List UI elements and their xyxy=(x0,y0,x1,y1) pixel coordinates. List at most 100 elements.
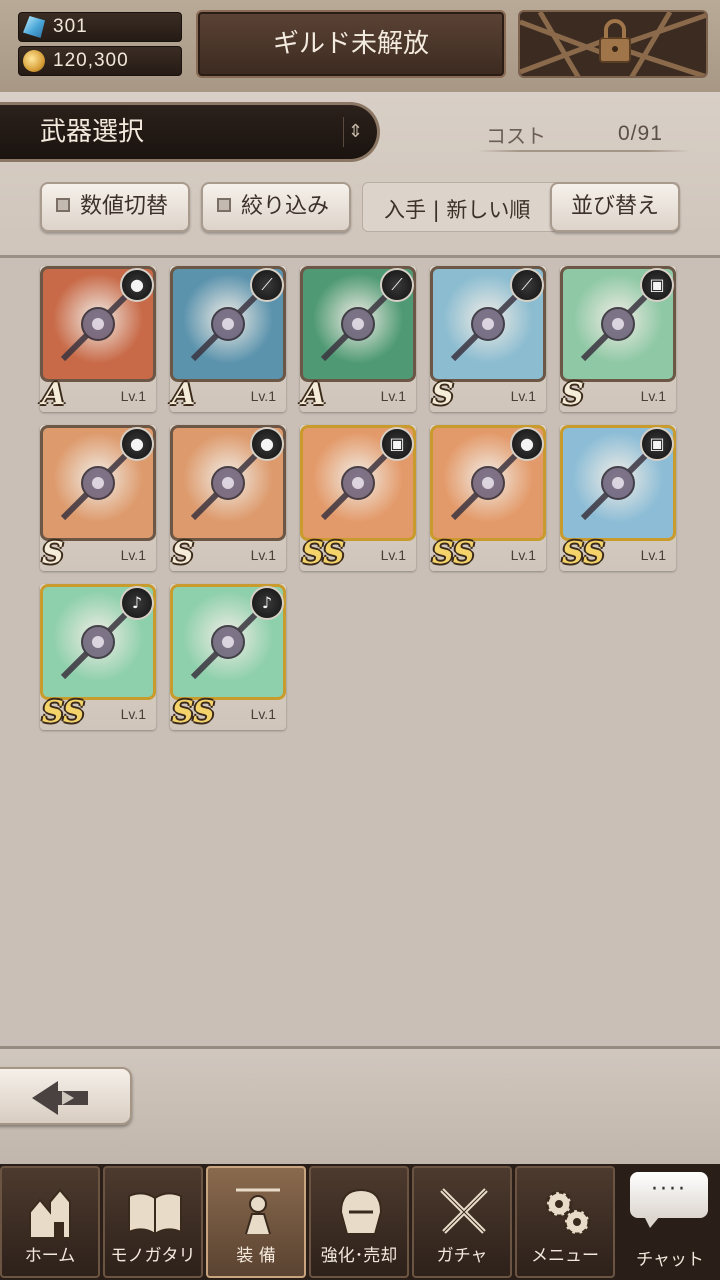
filter-button[interactable]: 絞り込み xyxy=(201,182,351,232)
weapon-header: 武器選択 ⇕ コスト 0/91 数値切替 絞り込み 入手 | 新しい順 並び替え xyxy=(0,92,720,258)
nav-home-label: ホーム xyxy=(24,1246,76,1266)
page-title: 武器選択 xyxy=(40,117,145,147)
coin-icon xyxy=(23,50,45,72)
gold-count: 120,300 xyxy=(53,50,129,71)
guild-button-label: ギルド未解放 xyxy=(272,29,429,59)
cost-label: コスト xyxy=(486,124,546,148)
checkbox-icon xyxy=(56,198,70,212)
rank-label: A xyxy=(302,377,326,412)
weapon-card[interactable]: ▣ S Lv.1 xyxy=(560,266,676,412)
rank-label: S xyxy=(42,536,64,571)
rank-label: A xyxy=(42,377,66,412)
weapon-card[interactable]: ▣ SS Lv.1 xyxy=(300,425,416,571)
level-label: Lv.1 xyxy=(120,706,146,722)
rank-label: S xyxy=(432,377,454,412)
level-label: Lv.1 xyxy=(380,388,406,404)
weapon-card[interactable]: ⟋ A Lv.1 xyxy=(300,266,416,412)
bottom-nav: ホーム モノガタリ 装 備 強化･売却 ガチャ メニュー xyxy=(0,1164,720,1280)
level-label: Lv.1 xyxy=(250,706,276,722)
level-label: Lv.1 xyxy=(510,388,536,404)
swap-icon: ⇕ xyxy=(343,117,367,147)
locked-button[interactable] xyxy=(518,10,708,78)
nav-story[interactable]: モノガタリ xyxy=(103,1166,203,1278)
weapon-card[interactable]: ● S Lv.1 xyxy=(40,425,156,571)
level-label: Lv.1 xyxy=(250,547,276,563)
crystal-icon xyxy=(23,16,45,38)
nav-enhance[interactable]: 強化･売却 xyxy=(309,1166,409,1278)
orb-icon: ● xyxy=(250,427,284,461)
harp-icon: ♪ xyxy=(120,586,154,620)
toggle-values-label: 数値切替 xyxy=(80,194,169,219)
page-title-bar: 武器選択 ⇕ xyxy=(0,102,380,162)
nav-enhance-label: 強化･売却 xyxy=(320,1246,398,1266)
staff-icon: ⟋ xyxy=(380,268,414,302)
nav-menu-label: メニュー xyxy=(531,1246,599,1266)
puppet-icon xyxy=(236,1188,280,1235)
crossed-swords-icon xyxy=(440,1188,488,1234)
weapon-card[interactable]: ● SS Lv.1 xyxy=(430,425,546,571)
weapon-card[interactable]: ▣ SS Lv.1 xyxy=(560,425,676,571)
divider xyxy=(478,150,690,152)
level-label: Lv.1 xyxy=(510,547,536,563)
orb-icon: ● xyxy=(510,427,544,461)
nav-menu[interactable]: メニュー xyxy=(515,1166,615,1278)
helmet-icon xyxy=(339,1188,383,1235)
rank-label: SS xyxy=(562,536,605,571)
level-label: Lv.1 xyxy=(120,547,146,563)
chat-label: チャット xyxy=(636,1250,704,1270)
orb-icon: ● xyxy=(120,427,154,461)
rank-label: SS xyxy=(42,695,85,730)
back-button[interactable] xyxy=(0,1067,132,1125)
weapon-card[interactable]: ⟋ S Lv.1 xyxy=(430,266,546,412)
sort-button-label: 並び替え xyxy=(570,194,659,219)
sort-button[interactable]: 並び替え xyxy=(550,182,680,232)
book-icon: ▣ xyxy=(380,427,414,461)
rank-label: S xyxy=(562,377,584,412)
gold-counter: 120,300 xyxy=(18,46,182,76)
chain-lock-icon xyxy=(520,12,706,76)
staff-icon: ⟋ xyxy=(250,268,284,302)
footer-area xyxy=(0,1046,720,1164)
weapon-card[interactable]: ⟋ A Lv.1 xyxy=(170,266,286,412)
back-arrow-icon xyxy=(32,1081,88,1115)
nav-home[interactable]: ホーム xyxy=(0,1166,100,1278)
gem-counter: 301 xyxy=(18,12,182,42)
book-icon: ▣ xyxy=(640,268,674,302)
level-label: Lv.1 xyxy=(640,547,666,563)
toggle-values-button[interactable]: 数値切替 xyxy=(40,182,190,232)
rank-label: SS xyxy=(172,695,215,730)
level-label: Lv.1 xyxy=(640,388,666,404)
weapon-card[interactable]: ♪ SS Lv.1 xyxy=(170,584,286,730)
gear-icon xyxy=(545,1190,591,1236)
level-label: Lv.1 xyxy=(120,388,146,404)
harp-icon: ♪ xyxy=(250,586,284,620)
weapon-card[interactable]: ♪ SS Lv.1 xyxy=(40,584,156,730)
nav-gacha[interactable]: ガチャ xyxy=(412,1166,512,1278)
rank-label: A xyxy=(172,377,196,412)
castle-icon xyxy=(29,1188,71,1239)
guild-button[interactable]: ギルド未解放 xyxy=(196,10,506,78)
nav-story-label: モノガタリ xyxy=(110,1246,196,1266)
nav-equip-label: 装 備 xyxy=(236,1246,276,1266)
gem-count: 301 xyxy=(53,16,88,37)
orb-icon: ● xyxy=(120,268,154,302)
rank-label: S xyxy=(172,536,194,571)
staff-icon: ⟋ xyxy=(510,268,544,302)
top-bar: 301 120,300 ギルド未解放 xyxy=(0,0,720,92)
weapon-card[interactable]: ● A Lv.1 xyxy=(40,266,156,412)
sort-current: 入手 | 新しい順 xyxy=(384,198,531,222)
weapon-card[interactable]: ● S Lv.1 xyxy=(170,425,286,571)
book-icon xyxy=(128,1192,182,1236)
chat-bubble-dots: ···· xyxy=(651,1177,687,1202)
chat-bubble-icon: ···· xyxy=(630,1172,708,1228)
level-label: Lv.1 xyxy=(380,547,406,563)
nav-equip[interactable]: 装 備 xyxy=(206,1166,306,1278)
nav-gacha-label: ガチャ xyxy=(436,1246,488,1266)
checkbox-icon xyxy=(217,198,231,212)
filter-label: 絞り込み xyxy=(241,194,330,219)
level-label: Lv.1 xyxy=(250,388,276,404)
cost-value: 0/91 xyxy=(618,122,663,145)
rank-label: SS xyxy=(302,536,345,571)
chat-button[interactable]: ···· チャット xyxy=(620,1164,720,1280)
book-icon: ▣ xyxy=(640,427,674,461)
